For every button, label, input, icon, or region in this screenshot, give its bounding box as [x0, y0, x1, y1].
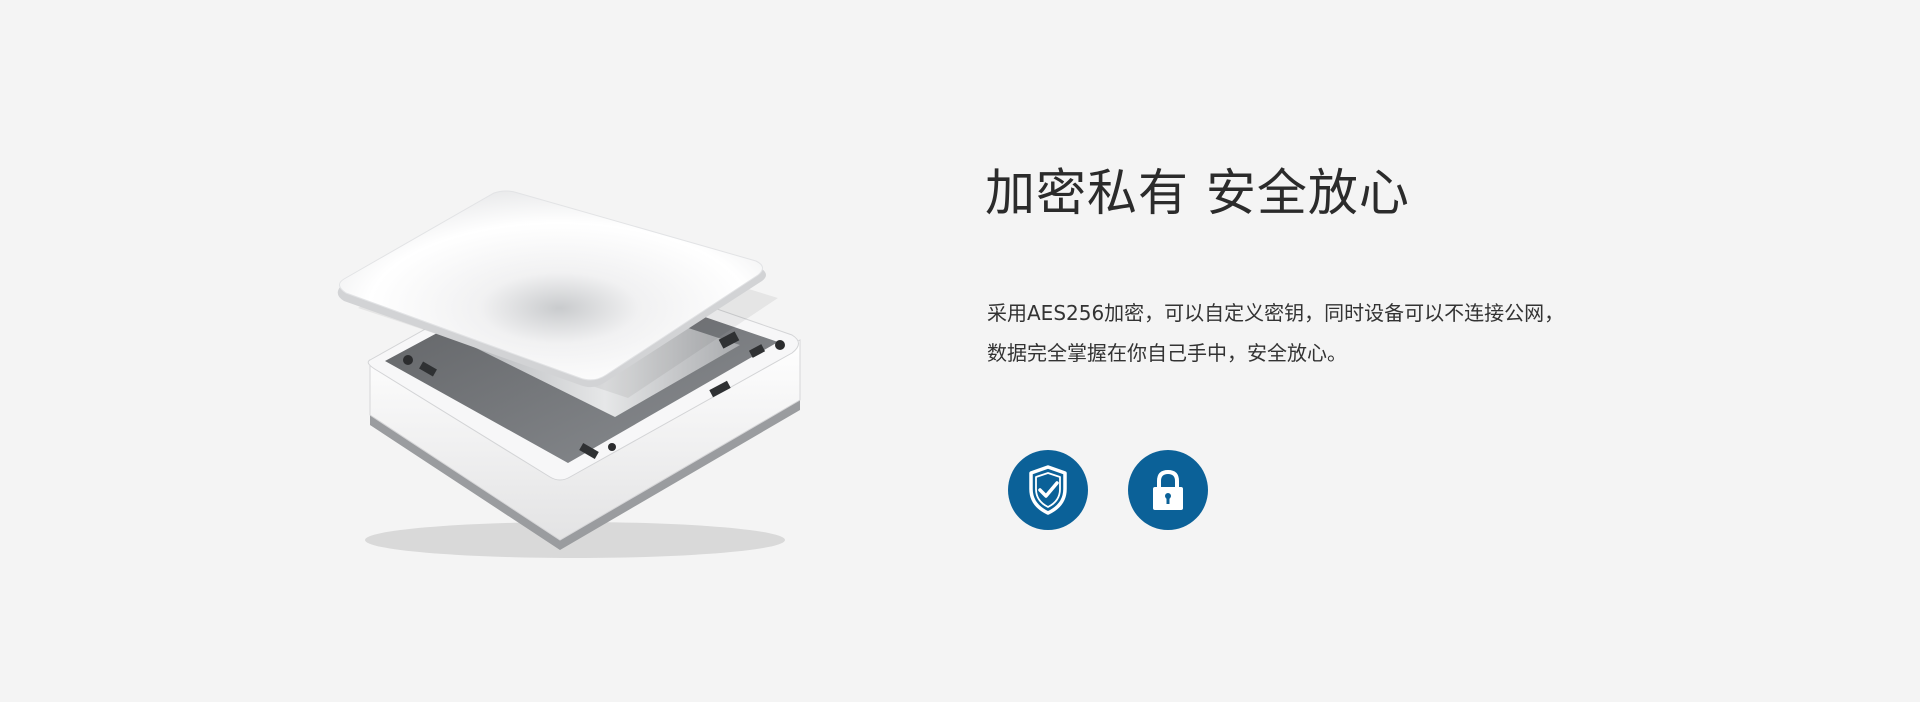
- section-description: 采用AES256加密，可以自定义密钥，同时设备可以不连接公网， 数据完全掌握在你…: [987, 293, 1647, 373]
- shield-check-icon: [1008, 450, 1088, 530]
- lock-icon: [1128, 450, 1208, 530]
- description-line-2: 数据完全掌握在你自己手中，安全放心。: [987, 341, 1347, 365]
- description-line-1: 采用AES256加密，可以自定义密钥，同时设备可以不连接公网，: [987, 301, 1565, 325]
- product-image: [330, 185, 820, 565]
- feature-icons: [1008, 450, 1208, 530]
- section-title: 加密私有 安全放心: [985, 164, 1410, 222]
